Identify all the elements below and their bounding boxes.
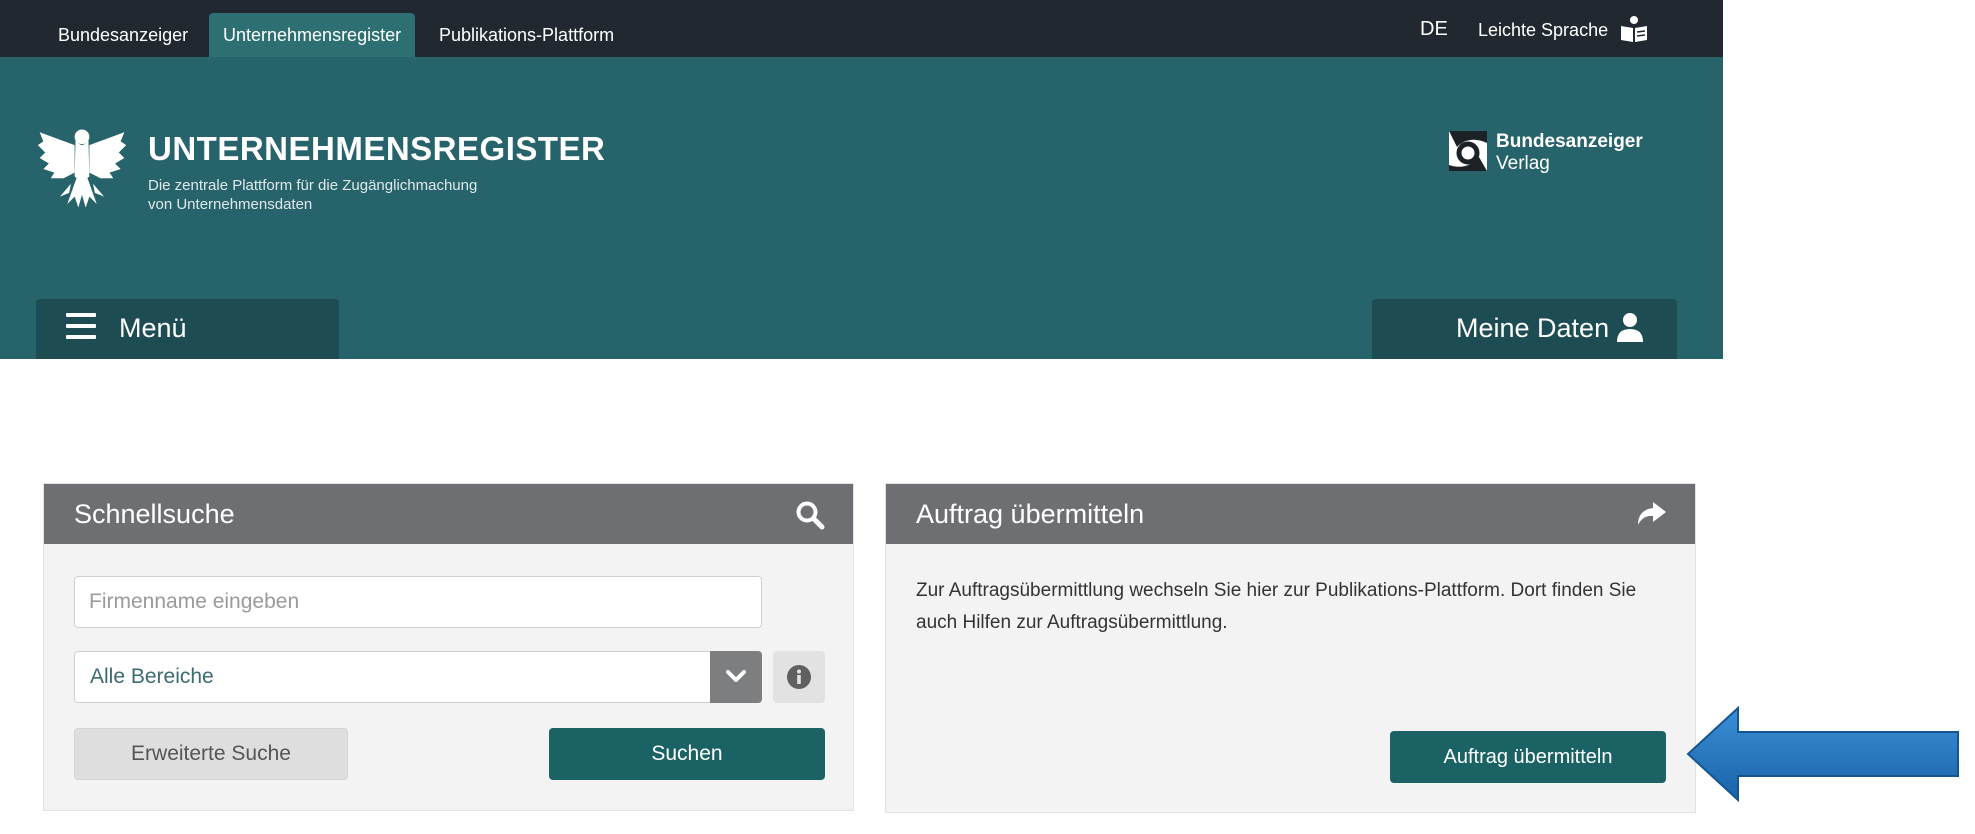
submit-order-description: Zur Auftragsübermittlung wechseln Sie hi… <box>916 580 1637 633</box>
tab-bundesanzeiger[interactable]: Bundesanzeiger <box>44 13 202 57</box>
submit-order-panel: Auftrag übermitteln Zur Auftragsübermitt… <box>885 483 1696 813</box>
bundesanzeiger-verlag-logo-icon[interactable] <box>1449 131 1487 171</box>
scope-select[interactable]: Alle Bereiche <box>74 651 762 703</box>
my-data-label: Meine Daten <box>1456 313 1610 343</box>
tab-unternehmensregister[interactable]: Unternehmensregister <box>209 13 416 57</box>
pointer-arrow-icon <box>1686 706 1959 802</box>
share-arrow-icon[interactable] <box>1635 500 1667 528</box>
federal-eagle-icon <box>37 129 127 208</box>
submit-order-button[interactable]: Auftrag übermitteln <box>1390 731 1666 783</box>
info-icon <box>787 665 811 689</box>
publisher-name: Bundesanzeiger <box>1496 131 1643 152</box>
language-selector[interactable]: DE <box>1420 18 1448 41</box>
site-subtitle: Die zentrale Plattform für die Zugänglic… <box>148 177 478 213</box>
scope-select-value: Alle Bereiche <box>90 665 214 688</box>
scope-info-button[interactable] <box>773 651 825 703</box>
book-reading-icon[interactable] <box>1620 15 1648 43</box>
chevron-down-icon <box>726 670 746 682</box>
quicksearch-header: Schnellsuche <box>44 484 853 544</box>
user-icon <box>1617 313 1643 342</box>
site-title: UNTERNEHMENSREGISTER <box>148 130 606 167</box>
submit-order-title: Auftrag übermitteln <box>916 499 1145 529</box>
quicksearch-panel: Schnellsuche Alle Bereiche Erweiterte Su… <box>43 483 854 811</box>
submit-order-header: Auftrag übermitteln <box>886 484 1695 544</box>
hamburger-icon <box>66 313 96 339</box>
search-button[interactable]: Suchen <box>549 728 825 780</box>
search-icon[interactable] <box>795 500 825 530</box>
top-nav-bar: Bundesanzeiger Unternehmensregister Publ… <box>0 0 1723 57</box>
menu-label: Menü <box>119 313 187 343</box>
advanced-search-button[interactable]: Erweiterte Suche <box>74 728 348 780</box>
publisher-subtitle: Verlag <box>1496 153 1550 174</box>
menu-button[interactable]: Menü <box>36 299 339 359</box>
quicksearch-title: Schnellsuche <box>74 499 235 529</box>
company-name-input[interactable] <box>74 576 762 628</box>
easy-language-link[interactable]: Leichte Sprache <box>1478 20 1608 41</box>
my-data-button[interactable]: Meine Daten <box>1372 299 1677 359</box>
tab-publikations-plattform[interactable]: Publikations-Plattform <box>425 13 628 57</box>
scope-select-toggle[interactable] <box>710 651 762 703</box>
